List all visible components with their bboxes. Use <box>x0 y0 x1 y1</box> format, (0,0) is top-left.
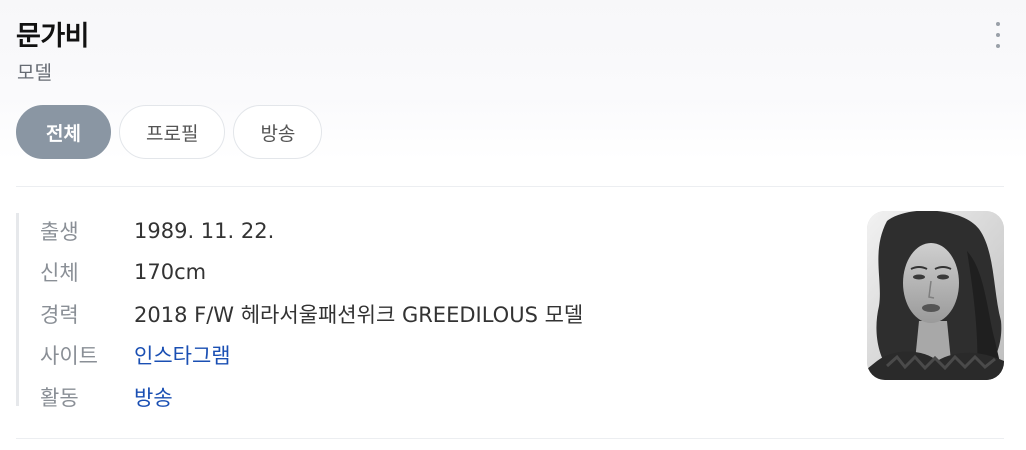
profile-photo-image <box>867 211 1004 380</box>
info-accent-bar <box>16 213 19 406</box>
tab-broadcast[interactable]: 방송 <box>233 105 323 159</box>
info-list: 출생 1989. 11. 22. 신체 170cm 경력 2018 F/W 헤라… <box>40 210 583 418</box>
more-dot <box>996 33 1000 37</box>
profile-name: 문가비 <box>16 21 90 52</box>
info-label: 사이트 <box>40 344 98 369</box>
info-label: 활동 <box>40 385 79 410</box>
info-label: 출생 <box>40 219 79 244</box>
info-row-body: 신체 170cm <box>40 252 583 294</box>
info-row-birth: 출생 1989. 11. 22. <box>40 210 583 252</box>
info-row-activity: 활동 방송 <box>40 376 583 418</box>
tab-all[interactable]: 전체 <box>16 105 111 159</box>
info-label: 경력 <box>40 302 79 327</box>
instagram-link[interactable]: 인스타그램 <box>134 340 231 370</box>
more-vertical-icon <box>996 22 1000 26</box>
profile-occupation: 모델 <box>17 62 52 84</box>
tab-profile[interactable]: 프로필 <box>119 105 226 159</box>
info-value-body: 170cm <box>134 260 207 285</box>
info-row-site: 사이트 인스타그램 <box>40 335 583 377</box>
divider <box>16 186 1004 187</box>
more-dot <box>996 44 1000 48</box>
broadcast-link[interactable]: 방송 <box>134 382 173 412</box>
info-value-birth: 1989. 11. 22. <box>134 218 275 243</box>
info-value-career: 2018 F/W 헤라서울패션위크 GREEDILOUS 모델 <box>134 302 584 327</box>
info-row-career: 경력 2018 F/W 헤라서울패션위크 GREEDILOUS 모델 <box>40 293 583 335</box>
profile-photo[interactable] <box>867 211 1004 380</box>
divider <box>16 438 1004 439</box>
info-label: 신체 <box>40 261 79 286</box>
more-options-button[interactable] <box>988 22 1008 48</box>
tab-bar: 전체 프로필 방송 <box>16 105 323 159</box>
